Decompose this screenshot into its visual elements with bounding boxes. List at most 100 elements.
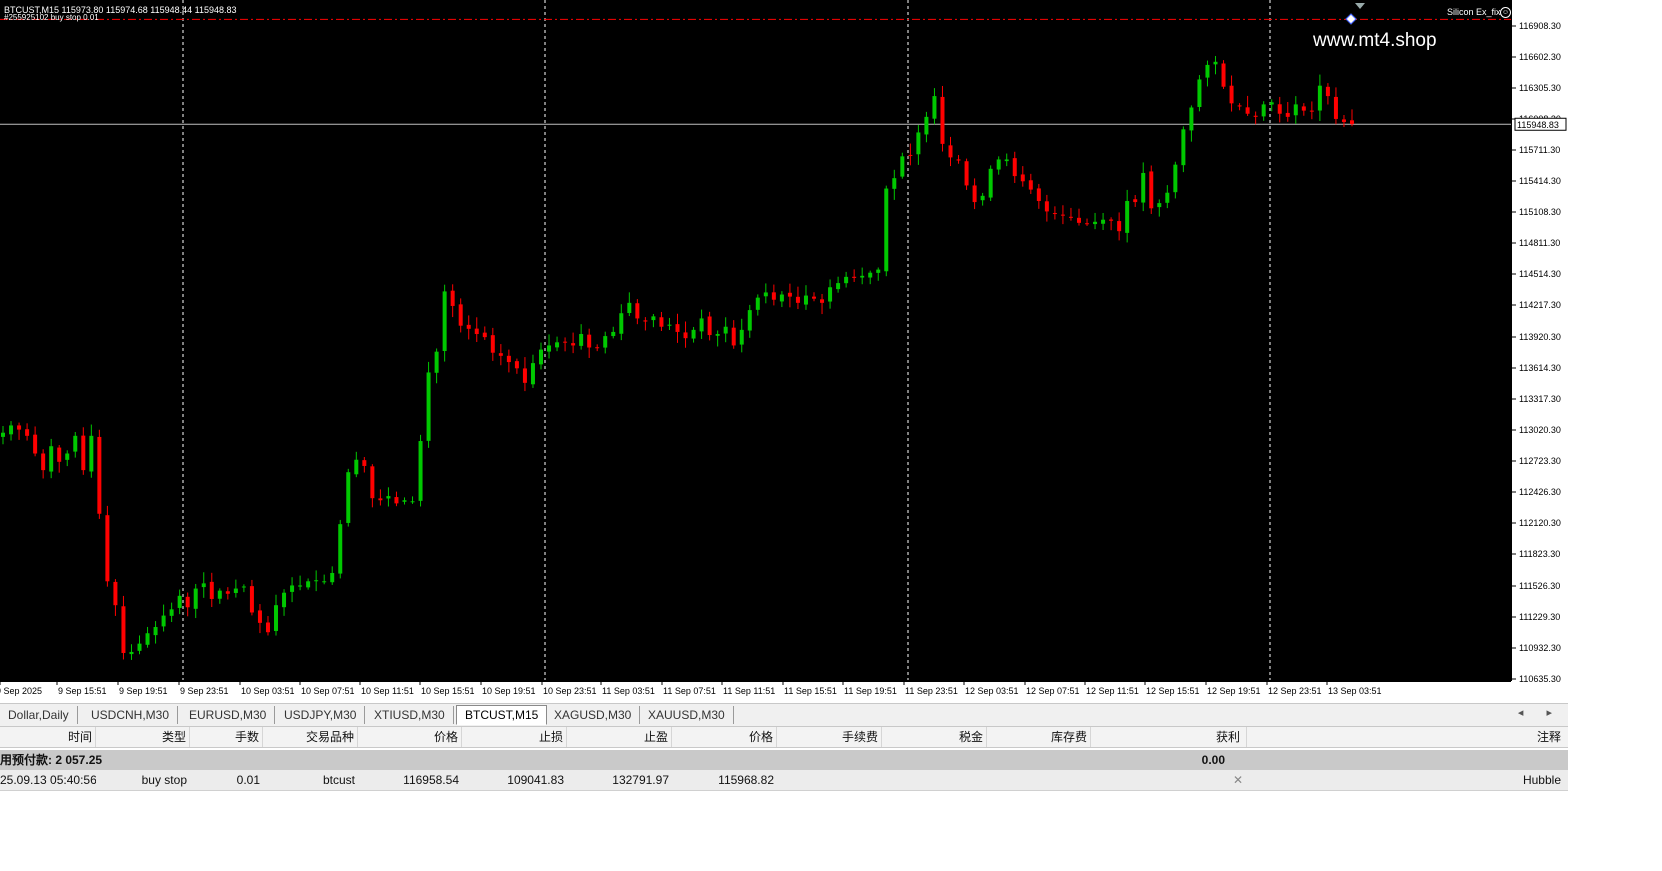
col-header-price[interactable]: 价格 bbox=[358, 727, 462, 747]
candle-body bbox=[1076, 217, 1081, 223]
candle-body bbox=[1133, 199, 1138, 203]
price-tick-label: 111526.30 bbox=[1519, 581, 1560, 591]
candle-body bbox=[322, 581, 327, 583]
time-tick-label: 11 Sep 19:51 bbox=[844, 686, 897, 696]
price-tick-label: 112120.30 bbox=[1519, 518, 1561, 528]
time-tick-label: 11 Sep 07:51 bbox=[663, 686, 716, 696]
tab-btcust-m15[interactable]: BTCUST,M15 bbox=[456, 705, 548, 725]
time-tick-label: 10 Sep 07:51 bbox=[301, 686, 355, 696]
smiley-icon[interactable]: ☺ bbox=[1500, 7, 1511, 18]
candle-body bbox=[884, 188, 889, 272]
candle-body bbox=[330, 572, 335, 583]
col-header-swap[interactable]: 库存费 bbox=[987, 727, 1091, 747]
candle-body bbox=[803, 295, 808, 305]
tab-xauusd-m30[interactable]: XAUUSD,M30 bbox=[640, 706, 734, 724]
candle-body bbox=[506, 355, 511, 363]
col-header-tax[interactable]: 税金 bbox=[882, 727, 987, 747]
candle-body bbox=[530, 363, 535, 385]
candle-body bbox=[257, 610, 262, 623]
price-tick-label: 114514.30 bbox=[1519, 269, 1561, 279]
candle-body bbox=[844, 276, 849, 284]
current-price-label: 115948.83 bbox=[1517, 120, 1559, 130]
close-x-icon[interactable]: ✕ bbox=[1230, 770, 1246, 790]
shift-marker-icon[interactable] bbox=[1355, 3, 1365, 9]
candle-body bbox=[290, 585, 295, 592]
candle-body bbox=[274, 605, 279, 631]
candle-body bbox=[755, 297, 760, 310]
col-header-type[interactable]: 类型 bbox=[96, 727, 190, 747]
col-header-time[interactable]: 时间 bbox=[0, 727, 96, 747]
time-tick-label: 10 Sep 11:51 bbox=[361, 686, 414, 696]
time-tick-label: 12 Sep 15:51 bbox=[1146, 686, 1200, 696]
tab-dollar-daily[interactable]: Dollar,Daily bbox=[0, 706, 78, 724]
price-tick-label: 110635.30 bbox=[1519, 674, 1561, 684]
col-header-commission[interactable]: 手续费 bbox=[777, 727, 882, 747]
col-header-sl[interactable]: 止损 bbox=[462, 727, 567, 747]
candle-body bbox=[1085, 223, 1090, 225]
candle-body bbox=[185, 596, 190, 608]
candle-body bbox=[675, 324, 680, 332]
tab-xtiusd-m30[interactable]: XTIUSD,M30 bbox=[366, 706, 454, 724]
chart-window[interactable]: 116908.30116602.30116305.30116008.301157… bbox=[0, 0, 1568, 700]
tab-usdjpy-m30[interactable]: USDJPY,M30 bbox=[276, 706, 366, 724]
candle-body bbox=[129, 651, 134, 655]
candle-body bbox=[233, 588, 238, 593]
candle-body bbox=[209, 581, 214, 599]
candle-body bbox=[426, 372, 431, 441]
tab-eurusd-m30[interactable]: EURUSD,M30 bbox=[181, 706, 276, 724]
col-header-symbol[interactable]: 交易品种 bbox=[263, 727, 358, 747]
col-header-comment[interactable]: 注释 bbox=[1247, 727, 1564, 747]
time-tick-label: 11 Sep 23:51 bbox=[905, 686, 958, 696]
candle-body bbox=[1044, 201, 1049, 212]
candle-body bbox=[458, 304, 463, 326]
candle-body bbox=[787, 292, 792, 297]
candle-body bbox=[980, 195, 985, 201]
candle-body bbox=[169, 609, 174, 616]
candle-body bbox=[514, 361, 519, 369]
candle-body bbox=[1277, 104, 1282, 114]
candle-body bbox=[1229, 85, 1234, 104]
candle-body bbox=[386, 496, 391, 499]
col-header-profit[interactable]: 获利 bbox=[1091, 727, 1247, 747]
candle-body bbox=[1261, 104, 1266, 117]
candlestick-chart[interactable]: 116908.30116602.30116305.30116008.301157… bbox=[0, 0, 1568, 700]
candle-body bbox=[25, 429, 30, 436]
price-tick-label: 111823.30 bbox=[1519, 549, 1560, 559]
candle-body bbox=[940, 96, 945, 144]
candle-body bbox=[1, 432, 5, 437]
col-header-tp[interactable]: 止盈 bbox=[567, 727, 672, 747]
candle-body bbox=[731, 327, 736, 346]
candle-body bbox=[1325, 86, 1330, 97]
candle-body bbox=[65, 453, 70, 460]
tab-xagusd-m30[interactable]: XAGUSD,M30 bbox=[546, 706, 641, 724]
order-row[interactable]: 25.09.13 05:40:56 buy stop 0.01 btcust 1… bbox=[0, 770, 1568, 791]
candle-body bbox=[1237, 105, 1242, 107]
candle-body bbox=[1341, 119, 1346, 123]
candle-body bbox=[538, 349, 543, 365]
order-comment: Hubble bbox=[1522, 773, 1561, 787]
price-tick-label: 113020.30 bbox=[1519, 425, 1561, 435]
candle-body bbox=[659, 317, 664, 327]
tab-scroll-arrows-icon[interactable]: ◂ ▸ bbox=[1518, 706, 1562, 719]
col-header-current-price[interactable]: 价格 bbox=[672, 727, 777, 747]
candle-body bbox=[691, 329, 696, 339]
candle-body bbox=[739, 329, 744, 345]
candle-body bbox=[338, 524, 343, 574]
balance-row[interactable]: 用预付款: 2 057.25 0.00 bbox=[0, 750, 1568, 770]
candle-body bbox=[611, 331, 616, 337]
order-take-profit[interactable]: 132791.97 bbox=[567, 770, 672, 790]
candle-body bbox=[394, 497, 399, 504]
candle-body bbox=[667, 324, 672, 326]
candle-body bbox=[683, 332, 688, 339]
candle-body bbox=[627, 302, 632, 314]
tab-usdcnh-m30[interactable]: USDCNH,M30 bbox=[83, 706, 179, 724]
candle-body bbox=[876, 269, 881, 273]
col-header-lots[interactable]: 手数 bbox=[190, 727, 263, 747]
order-stop-loss[interactable]: 109041.83 bbox=[462, 770, 567, 790]
candle-body bbox=[1109, 219, 1114, 221]
price-axis bbox=[1512, 0, 1568, 700]
time-tick-label: 9 Sep 2025 bbox=[0, 686, 42, 696]
candle-body bbox=[402, 500, 407, 502]
candle-body bbox=[852, 276, 857, 278]
order-time: 25.09.13 05:40:56 bbox=[0, 773, 96, 787]
